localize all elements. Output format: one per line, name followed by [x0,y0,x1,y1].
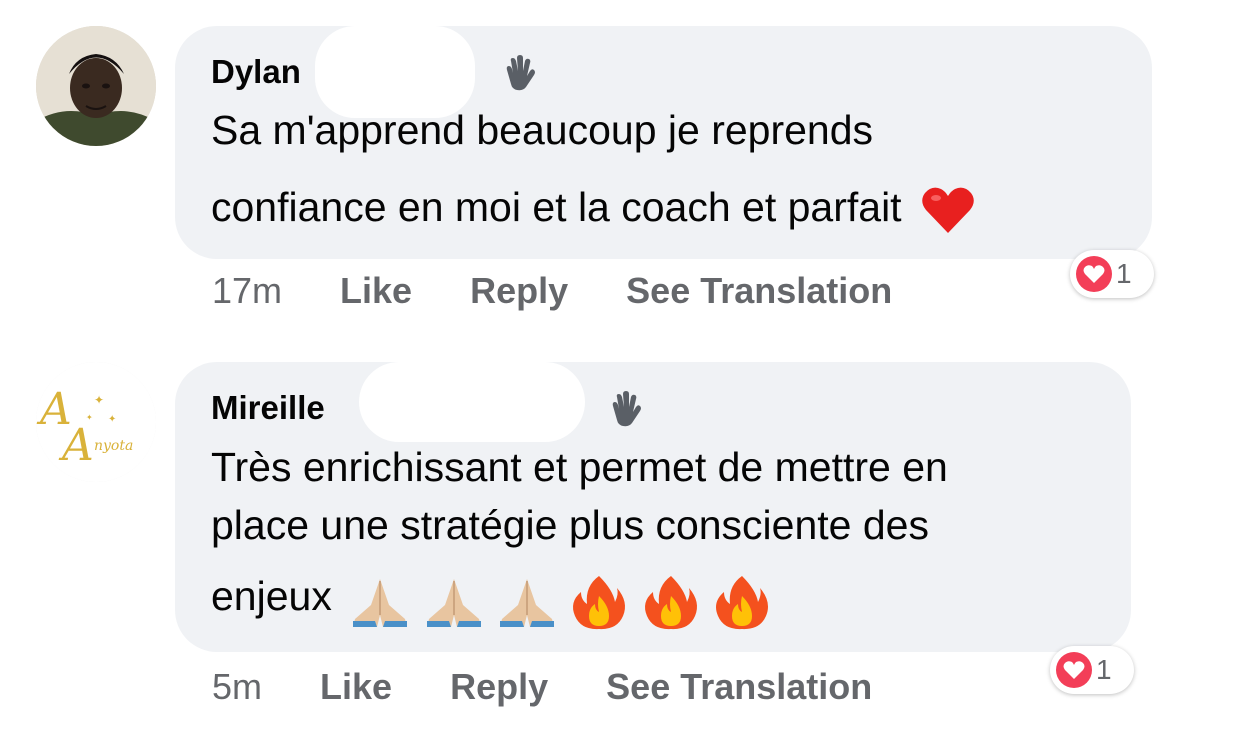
comment-text-line: Très enrichissant et permet de mettre en [211,444,948,490]
svg-text:✦: ✦ [94,393,104,407]
svg-text:nyota: nyota [94,438,133,454]
comment-actions: 5m Like Reply See Translation [212,666,872,708]
anyota-logo-icon: A A nyota ✦ ✦ ✦ [36,362,156,482]
folded-hands-icon [426,578,481,627]
avatar[interactable]: A A nyota ✦ ✦ ✦ [36,362,156,482]
svg-text:✦: ✦ [86,413,93,422]
reaction-count: 1 [1096,654,1112,685]
author-row: Mireille [211,362,1095,442]
see-translation-button[interactable]: See Translation [606,666,872,708]
love-reaction-icon [1056,652,1092,688]
redaction-mark [359,362,585,442]
comment-text-line: place une stratégie plus consciente des [211,502,929,548]
comment-bubble: Mireille Très enrichissant et permet de … [175,362,1131,652]
folded-hands-icon [353,578,408,627]
comment-text-line: enjeux [211,566,1095,629]
folded-hands-icon [500,578,555,627]
wave-icon [612,391,641,427]
fire-icon [644,575,697,629]
fire-icon [716,575,769,629]
author-name[interactable]: Mireille [211,389,325,426]
fire-icon [573,575,626,629]
like-button[interactable]: Like [320,666,392,708]
svg-text:✦: ✦ [108,414,116,425]
reaction-count-badge[interactable]: 1 [1050,646,1134,694]
reply-button[interactable]: Reply [450,666,548,708]
comment-text-segment: enjeux [211,573,332,619]
svg-text:A: A [58,420,94,471]
emoji-row [349,569,772,630]
timestamp[interactable]: 5m [212,666,262,708]
comment-2: A A nyota ✦ ✦ ✦ Mireille Très enrichissa… [0,0,1242,739]
